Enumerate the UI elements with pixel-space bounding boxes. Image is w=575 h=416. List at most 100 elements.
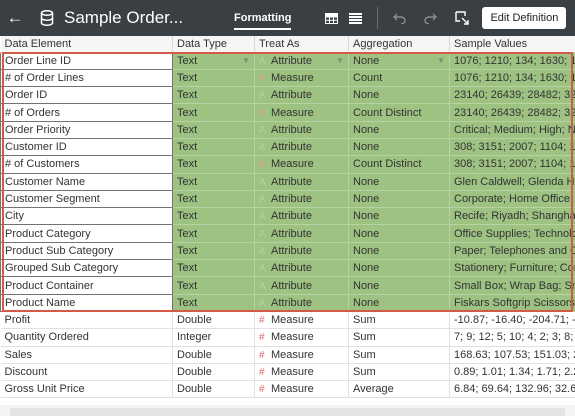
data-type-cell[interactable]: Text: [172, 276, 255, 295]
data-type-cell[interactable]: Text: [172, 207, 255, 226]
table-row[interactable]: # of Orders Text # Measure Count Distinct 231…: [0, 103, 575, 122]
aggregation-cell[interactable]: None: [348, 190, 450, 209]
table-row[interactable]: Product Sub Category Text A Attribute None Pa…: [0, 241, 575, 261]
aggregation-cell[interactable]: Sum: [348, 311, 450, 330]
edit-definition-button[interactable]: Edit Definition: [482, 7, 567, 29]
data-type-cell[interactable]: Text: [172, 86, 255, 105]
aggregation-cell[interactable]: None: [348, 242, 450, 261]
treat-as-cell[interactable]: A Attribute ▼: [254, 52, 349, 70]
aggregation-cell[interactable]: None: [348, 224, 450, 243]
redo-icon[interactable]: [418, 0, 442, 36]
aggregation-cell[interactable]: Average: [348, 380, 450, 399]
data-element-cell[interactable]: Order Priority: [0, 120, 173, 139]
table-row[interactable]: Customer ID Text A Attribute None 308; 3151; …: [0, 137, 575, 157]
data-element-cell[interactable]: # of Customers: [0, 155, 173, 174]
data-element-cell[interactable]: # of Orders: [0, 103, 173, 122]
aggregation-cell[interactable]: None: [348, 173, 450, 191]
data-type-cell[interactable]: Double: [172, 363, 255, 382]
aggregation-cell[interactable]: Sum: [348, 363, 450, 382]
table-row[interactable]: Customer Name Text A Attribute None Glen Cald…: [0, 172, 575, 191]
data-source-icon[interactable]: [450, 0, 474, 36]
aggregation-cell[interactable]: Sum: [348, 346, 450, 364]
table-row[interactable]: Order ID Text A Attribute None 23140; 26439; …: [0, 86, 575, 105]
aggregation-cell[interactable]: None ▼: [348, 52, 450, 70]
data-type-cell[interactable]: Text: [172, 259, 255, 278]
column-header-sample-values[interactable]: Sample Values: [449, 36, 575, 53]
data-type-cell[interactable]: Text: [172, 224, 255, 243]
treat-as-cell[interactable]: # Measure: [254, 311, 349, 330]
data-element-cell[interactable]: Product Category: [0, 224, 173, 243]
table-row[interactable]: Grouped Sub Category Text A Attribute None St…: [0, 259, 575, 278]
treat-as-cell[interactable]: A Attribute: [254, 190, 349, 209]
data-element-cell[interactable]: Sales: [0, 346, 173, 364]
data-type-cell[interactable]: Double: [172, 380, 255, 399]
treat-as-cell[interactable]: A Attribute: [254, 242, 349, 261]
data-element-cell[interactable]: Order Line ID: [0, 51, 173, 70]
data-element-cell[interactable]: Customer Name: [0, 172, 173, 191]
aggregation-cell[interactable]: None: [348, 294, 450, 312]
treat-as-cell[interactable]: A Attribute: [254, 121, 349, 139]
column-header-aggregation[interactable]: Aggregation: [348, 36, 450, 53]
table-row[interactable]: Order Line ID Text ▼ A Attribute ▼ None ▼ 1076; …: [0, 51, 575, 70]
treat-as-cell[interactable]: A Attribute: [254, 86, 349, 105]
aggregation-cell[interactable]: None: [348, 121, 450, 139]
table-row[interactable]: Product Name Text A Attribute None Fiskars So…: [0, 293, 575, 312]
table-row[interactable]: # of Order Lines Text # Measure Count 1076; 1…: [0, 68, 575, 88]
data-type-cell[interactable]: Integer: [172, 328, 255, 347]
data-element-cell[interactable]: Quantity Ordered: [0, 328, 173, 347]
data-element-cell[interactable]: Gross Unit Price: [0, 380, 173, 399]
treat-as-cell[interactable]: A Attribute: [254, 138, 349, 157]
data-type-cell[interactable]: Text: [172, 155, 255, 174]
data-type-cell[interactable]: Text: [172, 138, 255, 157]
table-row[interactable]: Profit Double # Measure Sum -10.87; -16.40; -…: [0, 311, 575, 330]
treat-as-cell[interactable]: # Measure: [254, 69, 349, 88]
data-type-cell[interactable]: Double: [172, 311, 255, 330]
treat-as-cell[interactable]: # Measure: [254, 103, 349, 122]
treat-as-cell[interactable]: # Measure: [254, 328, 349, 347]
list-view-icon[interactable]: [343, 0, 367, 36]
undo-icon[interactable]: [388, 0, 412, 36]
treat-as-cell[interactable]: # Measure: [254, 363, 349, 382]
treat-as-cell[interactable]: A Attribute: [254, 294, 349, 312]
aggregation-cell[interactable]: None: [348, 207, 450, 226]
data-type-cell[interactable]: Text: [172, 173, 255, 191]
table-row[interactable]: Product Container Text A Attribute None Small…: [0, 276, 575, 295]
aggregation-cell[interactable]: None: [348, 259, 450, 278]
chevron-down-icon[interactable]: ▼: [242, 56, 250, 65]
treat-as-cell[interactable]: # Measure: [254, 155, 349, 174]
treat-as-cell[interactable]: A Attribute: [254, 276, 349, 295]
table-row[interactable]: Product Category Text A Attribute None Office…: [0, 224, 575, 243]
data-element-cell[interactable]: Customer Segment: [0, 189, 173, 209]
chevron-down-icon[interactable]: ▼: [437, 56, 445, 65]
tab-formatting[interactable]: Formatting: [234, 0, 292, 36]
horizontal-scrollbar[interactable]: [10, 408, 565, 416]
data-element-cell[interactable]: # of Order Lines: [0, 68, 173, 88]
data-type-cell[interactable]: Text: [172, 103, 255, 122]
data-type-cell[interactable]: Text: [172, 242, 255, 261]
data-element-cell[interactable]: City: [0, 207, 173, 226]
back-arrow-icon[interactable]: ←: [0, 0, 30, 36]
table-row[interactable]: Gross Unit Price Double # Measure Average 6.8…: [0, 380, 575, 399]
treat-as-cell[interactable]: A Attribute: [254, 259, 349, 278]
aggregation-cell[interactable]: None: [348, 86, 450, 105]
column-header-data-element[interactable]: Data Element: [0, 36, 173, 53]
treat-as-cell[interactable]: A Attribute: [254, 173, 349, 191]
column-header-data-type[interactable]: Data Type: [172, 36, 255, 53]
treat-as-cell[interactable]: # Measure: [254, 346, 349, 364]
aggregation-cell[interactable]: None: [348, 138, 450, 157]
data-element-cell[interactable]: Profit: [0, 311, 173, 330]
column-header-treat-as[interactable]: Treat As: [254, 36, 349, 53]
aggregation-cell[interactable]: Count Distinct: [348, 103, 450, 122]
data-type-cell[interactable]: Text: [172, 294, 255, 312]
aggregation-cell[interactable]: None: [348, 276, 450, 295]
table-row[interactable]: Discount Double # Measure Sum 0.89; 1.01; 1.3…: [0, 363, 575, 382]
data-type-cell[interactable]: Text: [172, 190, 255, 209]
table-row[interactable]: Sales Double # Measure Sum 168.63; 107.53; 15…: [0, 346, 575, 364]
aggregation-cell[interactable]: Count Distinct: [348, 155, 450, 174]
data-element-cell[interactable]: Product Sub Category: [0, 241, 173, 261]
table-row[interactable]: # of Customers Text # Measure Count Distinct…: [0, 155, 575, 174]
data-element-cell[interactable]: Product Name: [0, 293, 173, 312]
treat-as-cell[interactable]: # Measure: [254, 380, 349, 399]
data-type-cell[interactable]: Text: [172, 69, 255, 88]
data-element-cell[interactable]: Order ID: [0, 86, 173, 105]
